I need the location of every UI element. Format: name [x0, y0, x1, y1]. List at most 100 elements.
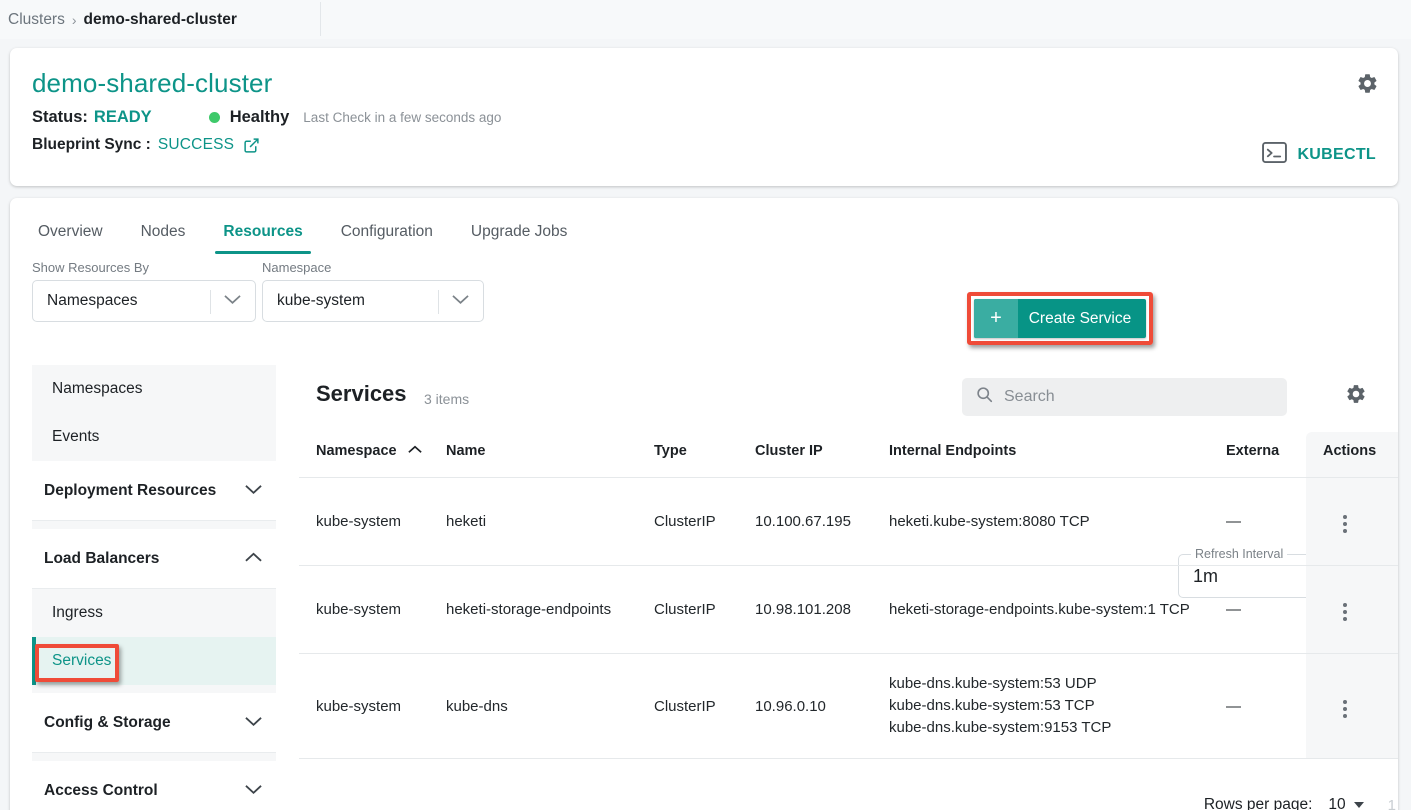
cell-internal-endpoints: heketi.kube-system:8080 TCP [889, 477, 1226, 566]
kubectl-button[interactable]: KUBECTL [1262, 142, 1376, 168]
column-header-external-endpoints[interactable]: Externa [1226, 432, 1306, 478]
table-row[interactable]: kube-system heketi-storage-endpoints Clu… [299, 565, 1398, 654]
table-body: kube-system heketi ClusterIP 10.100.67.1… [299, 477, 1398, 759]
search-icon [976, 386, 993, 408]
kebab-menu-icon[interactable] [1333, 696, 1357, 722]
sidebar-gap [32, 753, 276, 761]
chevron-down-icon [452, 292, 469, 310]
health-text: Healthy [229, 108, 290, 126]
external-link-icon[interactable] [243, 137, 260, 154]
pagination-bar: Rows per page: 10 1 [299, 785, 1398, 810]
rows-per-page-select[interactable]: 10 [1328, 796, 1345, 810]
page-title: demo-shared-cluster [32, 68, 273, 98]
breadcrumb-clusters-link[interactable]: Clusters [8, 11, 65, 29]
sidebar-group-access-control[interactable]: Access Control [32, 761, 276, 810]
cell-name: heketi-storage-endpoints [446, 565, 654, 654]
cell-actions [1306, 653, 1398, 759]
namespace-label: Namespace [262, 260, 332, 275]
column-header-name[interactable]: Name [446, 432, 654, 478]
select-divider [210, 290, 211, 314]
endpoint-line: kube-dns.kube-system:9153 TCP [889, 719, 1112, 736]
endpoint-line: heketi.kube-system:8080 TCP [889, 512, 1090, 530]
status-row: Status: READY Healthy Last Check in a fe… [32, 108, 1374, 127]
cell-cluster-ip: 10.98.101.208 [755, 565, 889, 654]
breadcrumb-divider [320, 2, 321, 36]
tab-nodes[interactable]: Nodes [133, 223, 194, 254]
column-header-cluster-ip[interactable]: Cluster IP [755, 432, 889, 478]
search-placeholder: Search [1004, 388, 1055, 405]
services-table-panel: Services 3 items Search Namespace Name T… [299, 365, 1398, 810]
sidebar-group-config-storage[interactable]: Config & Storage [32, 693, 276, 753]
sidebar-item-label: Ingress [52, 604, 103, 621]
tab-bar: Overview Nodes Resources Configuration U… [10, 198, 1398, 254]
cell-name: heketi [446, 477, 654, 566]
resources-card: Overview Nodes Resources Configuration U… [10, 198, 1398, 810]
column-label: Namespace [316, 443, 397, 459]
table-row[interactable]: kube-system heketi ClusterIP 10.100.67.1… [299, 477, 1398, 566]
breadcrumb: Clusters › demo-shared-cluster [0, 0, 1411, 39]
chevron-down-icon [245, 782, 262, 800]
sidebar-group-deployment-resources[interactable]: Deployment Resources [32, 461, 276, 521]
sidebar-subitems-load-balancers: Ingress Services [32, 589, 276, 685]
cell-cluster-ip: 10.100.67.195 [755, 477, 889, 566]
breadcrumb-separator: › [71, 11, 77, 28]
show-resources-by-value: Namespaces [47, 292, 138, 309]
create-service-button[interactable]: + Create Service [974, 299, 1146, 338]
column-header-namespace[interactable]: Namespace [299, 432, 446, 478]
gear-icon [1347, 385, 1365, 403]
namespace-group: Namespace kube-system [262, 260, 484, 322]
select-divider [438, 290, 439, 314]
sidebar-item-events[interactable]: Events [32, 413, 276, 461]
show-resources-by-group: Show Resources By Namespaces [32, 260, 256, 322]
endpoint-line: kube-dns.kube-system:53 TCP [889, 697, 1095, 714]
tab-configuration[interactable]: Configuration [333, 223, 441, 254]
table-head: Namespace Name Type Cluster IP Internal … [299, 432, 1398, 478]
cell-actions [1306, 565, 1398, 654]
cell-type: ClusterIP [654, 565, 755, 654]
services-table: Namespace Name Type Cluster IP Internal … [299, 432, 1398, 759]
sidebar-item-namespaces[interactable]: Namespaces [32, 365, 276, 413]
cell-external-endpoints: — [1226, 653, 1306, 759]
blueprint-sync-row: Blueprint Sync : SUCCESS [32, 136, 1374, 154]
kebab-menu-icon[interactable] [1333, 599, 1357, 625]
page-indicator: 1 [1387, 796, 1396, 810]
endpoint-line: kube-dns.kube-system:53 UDP [889, 675, 1097, 692]
sidebar-group-label: Config & Storage [44, 713, 171, 731]
tab-upgrade-jobs[interactable]: Upgrade Jobs [463, 223, 576, 254]
sidebar-item-label: Events [52, 428, 100, 445]
tab-overview[interactable]: Overview [30, 223, 111, 254]
tab-resources[interactable]: Resources [215, 223, 311, 254]
search-input[interactable]: Search [962, 378, 1287, 416]
cell-external-endpoints: — [1226, 477, 1306, 566]
cell-type: ClusterIP [654, 477, 755, 566]
kubectl-label: KUBECTL [1297, 146, 1376, 163]
sidebar-gap [32, 521, 276, 529]
status-value: READY [93, 108, 152, 126]
table-row[interactable]: kube-system kube-dns ClusterIP 10.96.0.1… [299, 653, 1398, 759]
column-header-type[interactable]: Type [654, 432, 755, 478]
create-service-label: Create Service [1028, 309, 1132, 327]
last-check-text: Last Check in a few seconds ago [303, 110, 502, 125]
cell-namespace: kube-system [299, 565, 446, 654]
show-resources-by-select[interactable]: Namespaces [32, 280, 256, 322]
sidebar-top-section: Namespaces Events [32, 365, 276, 461]
cell-internal-endpoints: kube-dns.kube-system:53 UDP kube-dns.kub… [889, 653, 1226, 759]
sidebar-group-load-balancers[interactable]: Load Balancers [32, 529, 276, 589]
chevron-down-icon [245, 482, 262, 500]
table-title: Services [316, 381, 407, 406]
blueprint-sync-value: SUCCESS [157, 136, 235, 153]
namespace-select[interactable]: kube-system [262, 280, 484, 322]
table-toolbar: Services 3 items Search [299, 365, 1398, 432]
table-settings-button[interactable] [1345, 383, 1367, 410]
column-header-actions: Actions [1306, 432, 1398, 478]
column-header-internal-endpoints[interactable]: Internal Endpoints [889, 432, 1226, 478]
filter-row: Show Resources By Namespaces Namespace k… [10, 254, 1398, 598]
app-root: Clusters › demo-shared-cluster demo-shar… [0, 0, 1411, 810]
caret-down-icon[interactable] [1353, 802, 1364, 808]
sidebar-group-label: Access Control [44, 782, 158, 799]
cluster-settings-button[interactable] [1356, 72, 1379, 100]
sidebar-item-ingress[interactable]: Ingress [32, 589, 276, 637]
endpoint-line: heketi-storage-endpoints.kube-system:1 T… [889, 600, 1190, 618]
sidebar-item-services[interactable]: Services [32, 637, 276, 685]
kebab-menu-icon[interactable] [1333, 511, 1357, 537]
